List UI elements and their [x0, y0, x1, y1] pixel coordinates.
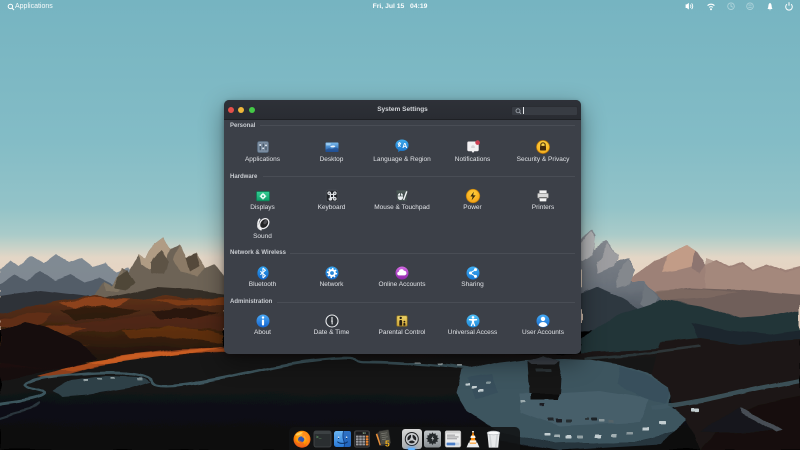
- svg-text:>_: >_: [316, 435, 322, 441]
- svg-text:88: 88: [363, 432, 367, 435]
- svg-text:A: A: [402, 143, 407, 150]
- svg-text:5: 5: [385, 439, 390, 449]
